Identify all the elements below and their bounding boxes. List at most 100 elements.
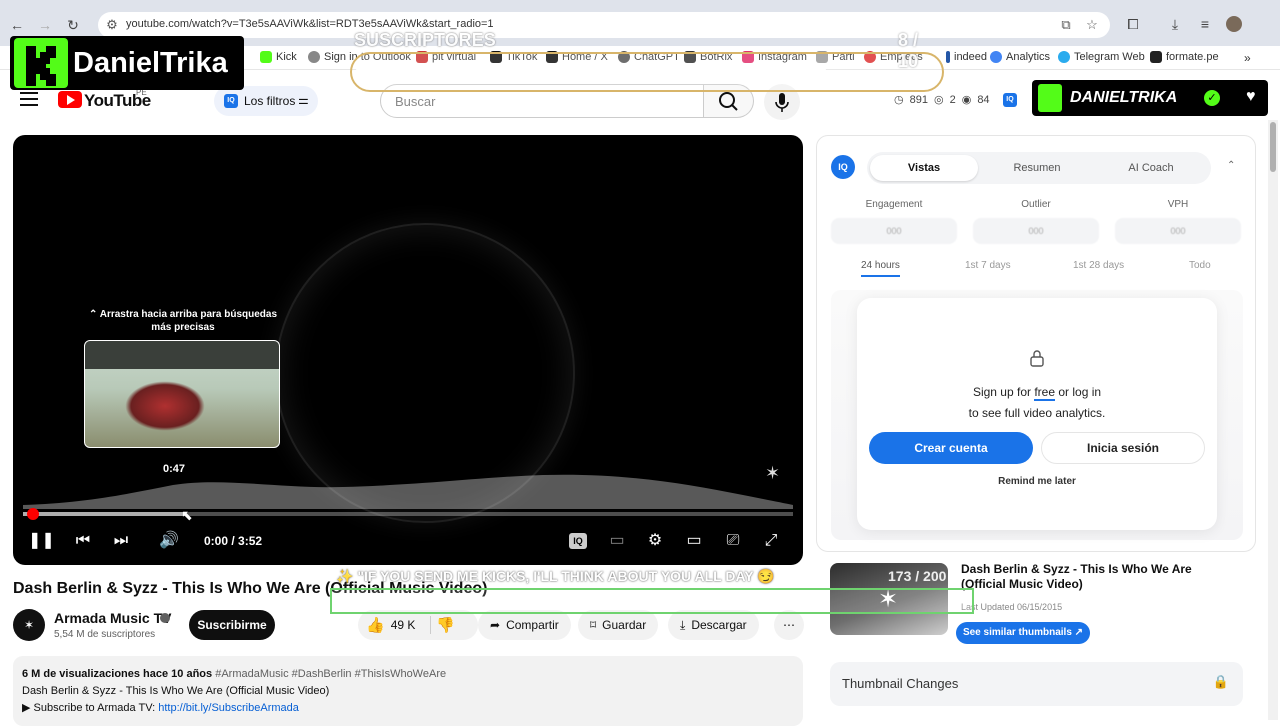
subscriber-goal-overlay: SUSCRIPTORES 8 / 10 — [350, 30, 944, 92]
media-icon[interactable]: ≡ — [1196, 15, 1214, 33]
verified-check-icon: ✓ — [1204, 90, 1220, 106]
tab-ai-coach[interactable]: AI Coach — [1097, 155, 1205, 181]
sliders-icon: ⚌ — [298, 93, 309, 107]
bookmark-item[interactable]: Telegram Web — [1058, 51, 1145, 63]
reload-icon[interactable]: ↻ — [64, 16, 82, 34]
scrollbar-thumb[interactable] — [1270, 122, 1276, 172]
range-first-7-days[interactable]: 1st 7 days — [965, 260, 1011, 271]
thumbs-up-icon: 👍 — [366, 617, 385, 634]
armada-watermark-icon: ✶ — [765, 463, 781, 483]
subscribe-link[interactable]: http://bit.ly/SubscribeArmada — [158, 702, 299, 714]
login-button[interactable]: Inicia sesión — [1041, 432, 1205, 464]
download-icon[interactable]: ⤓ — [1166, 15, 1184, 33]
range-first-28-days[interactable]: 1st 28 days — [1073, 260, 1124, 271]
kick-logo-icon — [14, 38, 68, 88]
bookmark-star-icon[interactable]: ☆ — [1084, 17, 1100, 33]
metric-value-outlier: 000 — [973, 218, 1099, 244]
cast-icon[interactable]: ⎚ — [723, 531, 743, 551]
subs-goal-count: 8 / 10 — [898, 30, 919, 71]
lock-icon: 🔒 — [1212, 674, 1229, 689]
see-similar-thumbnails-button[interactable]: See similar thumbnails ↗ — [956, 622, 1090, 644]
score-icon: ◷ — [894, 94, 904, 106]
create-account-button[interactable]: Crear cuenta — [869, 432, 1033, 464]
mouse-cursor-icon: ⬉ — [181, 507, 193, 523]
subscribe-button[interactable]: Suscribirme — [189, 610, 275, 640]
range-24-hours[interactable]: 24 hours — [861, 260, 900, 277]
subscribe-line: ▶ Subscribe to Armada TV: — [22, 702, 156, 714]
streamer-logo-overlay: DanielTrika — [10, 36, 244, 90]
free-link[interactable]: free — [1034, 385, 1056, 401]
extensions-icon[interactable]: ⧠ — [1124, 15, 1142, 33]
metric-label-outlier: Outlier — [1021, 199, 1051, 210]
profile-avatar[interactable] — [1226, 16, 1242, 32]
filters-button[interactable]: IQ Los filtros ⚌ — [214, 86, 318, 116]
description-box[interactable]: 6 M de visualizaciones hace 10 años #Arm… — [13, 656, 803, 726]
similar-thumbnail-title: Dash Berlin & Syzz - This Is Who We Are … — [961, 562, 1192, 591]
thumbnail-changes-row[interactable]: Thumbnail Changes 🔒 — [830, 662, 1243, 706]
site-info-icon[interactable]: ⚙ — [104, 17, 120, 33]
vidiq-logo-icon: IQ — [831, 155, 855, 179]
remind-later-link[interactable]: Remind me later — [857, 476, 1217, 487]
subtitles-icon[interactable]: ▭ — [607, 531, 627, 551]
video-player[interactable]: ⌃ Arrastra hacia arriba para búsquedas m… — [13, 135, 803, 565]
views-meta: 6 M de visualizaciones hace 10 años — [22, 668, 213, 680]
menu-icon[interactable] — [20, 92, 38, 106]
more-actions-button[interactable]: ⋯ — [774, 610, 804, 640]
scrub-preview-thumbnail — [84, 340, 280, 448]
collapse-chevron-icon[interactable]: ⌃ — [1227, 160, 1235, 171]
install-icon[interactable]: ⧉ — [1058, 17, 1074, 33]
settings-gear-icon[interactable]: ⚙ — [645, 531, 665, 551]
badge-name: DANIELTRIKA — [1070, 89, 1178, 106]
tab-resumen[interactable]: Resumen — [983, 155, 1091, 181]
smile-icon: 😏 — [757, 568, 775, 584]
most-replayed-graph — [23, 474, 793, 509]
bookmark-item[interactable]: Analytics — [990, 51, 1050, 63]
kicks-goal-overlay — [330, 588, 974, 614]
previous-icon[interactable]: ⏮ — [73, 531, 93, 551]
scrubber-handle[interactable] — [27, 508, 39, 520]
subs-goal-label: SUSCRIPTORES — [354, 30, 496, 50]
vidiq-stats: ◷ 891 ◎ 2 ◉ 84 — [894, 93, 990, 107]
bookmark-item[interactable]: formate.pe — [1150, 51, 1219, 63]
sparkle-icon: ✨ — [336, 568, 354, 584]
kicks-goal-count: 173 / 200 — [888, 568, 947, 584]
description-line: Dash Berlin & Syzz - This Is Who We Are … — [22, 685, 330, 697]
range-all[interactable]: Todo — [1189, 260, 1211, 271]
volume-icon[interactable]: 🔊 — [159, 531, 179, 551]
signup-prompt-card: Sign up for free or log in to see full v… — [857, 298, 1217, 530]
back-icon[interactable]: ← — [8, 16, 26, 34]
channel-avatar[interactable]: ✶ — [13, 609, 45, 641]
tab-vistas[interactable]: Vistas — [870, 155, 978, 181]
bookmark-item[interactable]: Kick — [260, 51, 297, 63]
vidiq-player-icon[interactable]: IQ — [569, 533, 587, 549]
fullscreen-icon[interactable]: ⤢ — [761, 531, 781, 551]
like-button[interactable]: 👍 49 K — [366, 610, 415, 640]
forward-icon[interactable]: → — [36, 16, 54, 34]
share-icon: ➦ — [490, 618, 501, 632]
hashtags[interactable]: #ArmadaMusic #DashBerlin #ThisIsWhoWeAre — [215, 668, 446, 680]
channel-name[interactable]: Armada Music TV — [54, 610, 171, 626]
time-display: 0:00 / 3:52 — [204, 534, 263, 548]
dislike-button[interactable]: 👎 — [436, 610, 455, 640]
progress-bar[interactable] — [23, 508, 793, 520]
streamer-badge-overlay: DANIELTRIKA ✓ ♥ — [1032, 80, 1268, 116]
heart-icon: ♥ — [1246, 88, 1256, 105]
share-button[interactable]: ➦ Compartir — [478, 610, 571, 640]
theater-mode-icon[interactable]: ▭ — [684, 531, 704, 551]
thumbs-down-icon: 👎 — [436, 617, 455, 634]
kicks-goal-fill — [336, 595, 384, 607]
vidiq-menu-icon[interactable]: IQ — [1003, 93, 1017, 107]
url-text: youtube.com/watch?v=T3e5sAAViWk&list=RDT… — [126, 18, 494, 30]
youtube-logo-icon[interactable] — [58, 91, 82, 108]
more-bookmarks-icon[interactable]: » — [1244, 51, 1251, 65]
like-count: 49 K — [390, 618, 416, 632]
save-button[interactable]: ⌑ Guardar — [578, 610, 659, 640]
metric-label-engagement: Engagement — [865, 199, 923, 210]
pause-icon[interactable]: ❚❚ — [28, 531, 55, 551]
next-icon[interactable]: ⏭ — [111, 531, 131, 551]
address-bar[interactable]: ⚙ youtube.com/watch?v=T3e5sAAViWk&list=R… — [98, 12, 1110, 38]
download-button[interactable]: ⤓ Descargar — [668, 610, 759, 640]
eye-icon: ◎ — [933, 94, 944, 106]
bookmark-item[interactable]: indeed — [946, 51, 987, 63]
page-scrollbar[interactable] — [1268, 120, 1278, 720]
